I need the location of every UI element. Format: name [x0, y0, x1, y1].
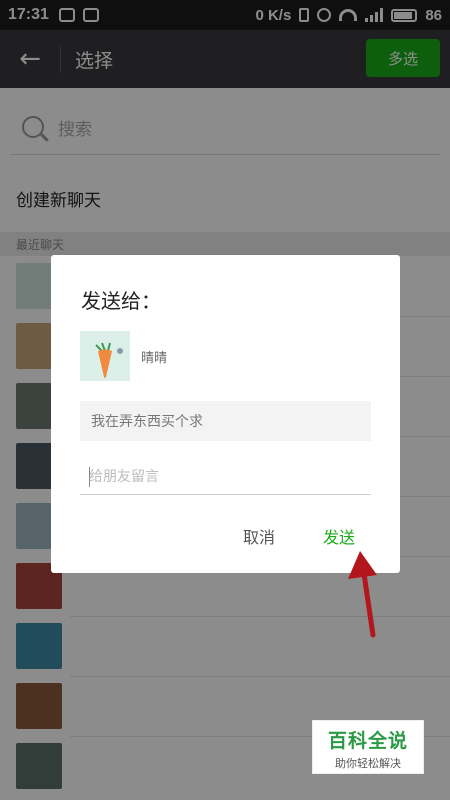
watermark-subtitle: 助你轻松解决	[335, 757, 401, 770]
recipient-name: 晴晴	[141, 351, 168, 366]
cancel-button[interactable]: 取消	[243, 524, 275, 548]
watermark-logo: 百科全说 助你轻松解决	[312, 720, 424, 774]
send-dialog: 发送给： 晴晴 我在弄东西买个求 取消 发送	[51, 255, 400, 573]
watermark-title: 百科全说	[327, 730, 408, 752]
message-preview: 我在弄东西买个求	[80, 401, 371, 441]
recipient-avatar	[80, 331, 130, 381]
message-input[interactable]	[80, 459, 371, 495]
carrot-image-icon	[80, 331, 130, 381]
dialog-title: 发送给：	[81, 289, 161, 313]
annotation-arrow-icon	[348, 551, 377, 638]
text-cursor	[89, 467, 90, 487]
